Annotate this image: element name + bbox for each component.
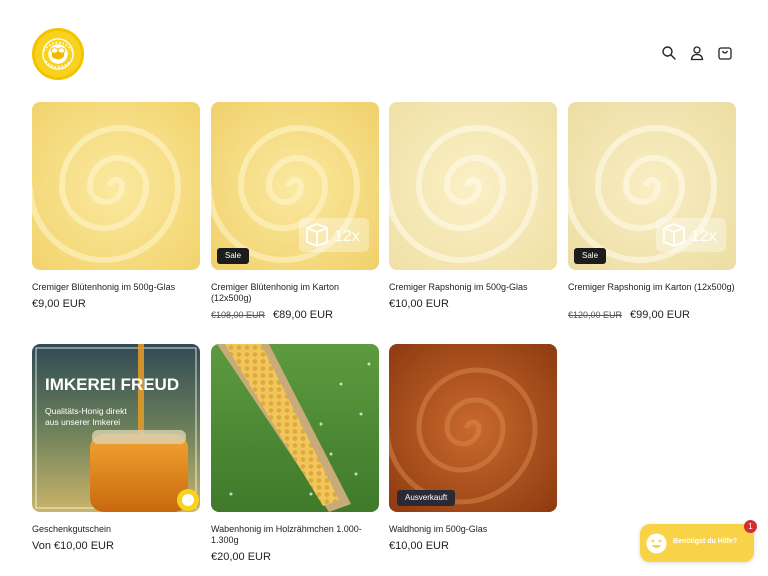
product-card[interactable]: Wabenhonig im Holzrähmchen 1.000-1.300g … bbox=[211, 344, 379, 564]
product-image[interactable] bbox=[32, 102, 200, 270]
product-image[interactable] bbox=[211, 344, 379, 512]
product-image[interactable]: 12x Sale bbox=[211, 102, 379, 270]
price: €20,00 EUR bbox=[211, 551, 271, 563]
sold-out-badge: Ausverkauft bbox=[397, 490, 456, 506]
product-title[interactable]: Waldhonig im 500g-Glas bbox=[389, 524, 557, 535]
product-card[interactable]: 12x Sale Cremiger Blütenhonig im Karton … bbox=[211, 102, 379, 322]
price: €10,00 EUR bbox=[389, 298, 449, 310]
product-price: €120,00 EUR €99,00 EUR bbox=[568, 309, 690, 321]
product-price: €20,00 EUR bbox=[211, 551, 271, 563]
product-image[interactable]: Ausverkauft bbox=[389, 344, 557, 512]
price: €89,00 EUR bbox=[273, 309, 333, 321]
product-card[interactable]: Cremiger Blütenhonig im 500g-Glas €9,00 … bbox=[32, 102, 200, 322]
old-price: €120,00 EUR bbox=[568, 310, 623, 320]
product-title[interactable]: Cremiger Blütenhonig im Karton (12x500g) bbox=[211, 282, 379, 304]
product-card[interactable]: Cremiger Rapshonig im 500g-Glas €10,00 E… bbox=[389, 102, 557, 322]
price: €10,00 EUR bbox=[389, 540, 449, 552]
price: €9,00 EUR bbox=[32, 298, 86, 310]
voucher-subline-2: aus unserer Imkerei bbox=[45, 417, 120, 427]
product-price: €10,00 EUR bbox=[389, 540, 449, 552]
product-card[interactable]: 12x Sale Cremiger Rapshonig im Karton (1… bbox=[568, 102, 736, 322]
product-price: Von €10,00 EUR bbox=[32, 540, 114, 552]
site-header bbox=[0, 0, 768, 100]
product-title[interactable]: Geschenkgutschein bbox=[32, 524, 200, 535]
cart-icon[interactable] bbox=[717, 45, 733, 61]
product-price: €9,00 EUR bbox=[32, 298, 86, 310]
product-image[interactable] bbox=[389, 102, 557, 270]
voucher-heading: IMKEREI FREUD bbox=[45, 375, 179, 394]
notification-count-badge: 1 bbox=[744, 520, 757, 533]
search-icon[interactable] bbox=[661, 45, 677, 61]
pack-label: 12x bbox=[691, 228, 717, 245]
voucher-subline-1: Qualitäts-Honig direkt bbox=[45, 406, 127, 416]
chat-widget-button[interactable]: Benötigst du Hilfe? bbox=[640, 524, 754, 562]
product-price: €10,00 EUR bbox=[389, 298, 449, 310]
product-title[interactable]: Cremiger Rapshonig im Karton (12x500g) bbox=[568, 282, 736, 293]
product-title[interactable]: Cremiger Rapshonig im 500g-Glas bbox=[389, 282, 557, 293]
product-card[interactable]: Ausverkauft Waldhonig im 500g-Glas €10,0… bbox=[389, 344, 557, 564]
old-price: €108,00 EUR bbox=[211, 310, 266, 320]
pack-12x-overlay: 12x bbox=[299, 218, 369, 252]
store-logo[interactable] bbox=[32, 28, 84, 80]
sale-badge: Sale bbox=[217, 248, 250, 264]
chat-label: Benötigst du Hilfe? bbox=[673, 538, 738, 545]
product-image[interactable]: IMKEREI FREUD Qualitäts-Honig direkt aus… bbox=[32, 344, 200, 512]
product-price: €108,00 EUR €89,00 EUR bbox=[211, 309, 333, 321]
account-icon[interactable] bbox=[689, 45, 705, 61]
product-image[interactable]: 12x Sale bbox=[568, 102, 736, 270]
product-title[interactable]: Wabenhonig im Holzrähmchen 1.000-1.300g bbox=[211, 524, 379, 546]
smiley-icon bbox=[646, 533, 667, 554]
price: Von €10,00 EUR bbox=[32, 540, 114, 552]
sale-badge: Sale bbox=[574, 248, 607, 264]
product-title[interactable]: Cremiger Blütenhonig im 500g-Glas bbox=[32, 282, 200, 293]
price: €99,00 EUR bbox=[630, 309, 690, 321]
pack-12x-overlay: 12x bbox=[656, 218, 726, 252]
product-card[interactable]: IMKEREI FREUD Qualitäts-Honig direkt aus… bbox=[32, 344, 200, 564]
pack-label: 12x bbox=[334, 228, 360, 245]
